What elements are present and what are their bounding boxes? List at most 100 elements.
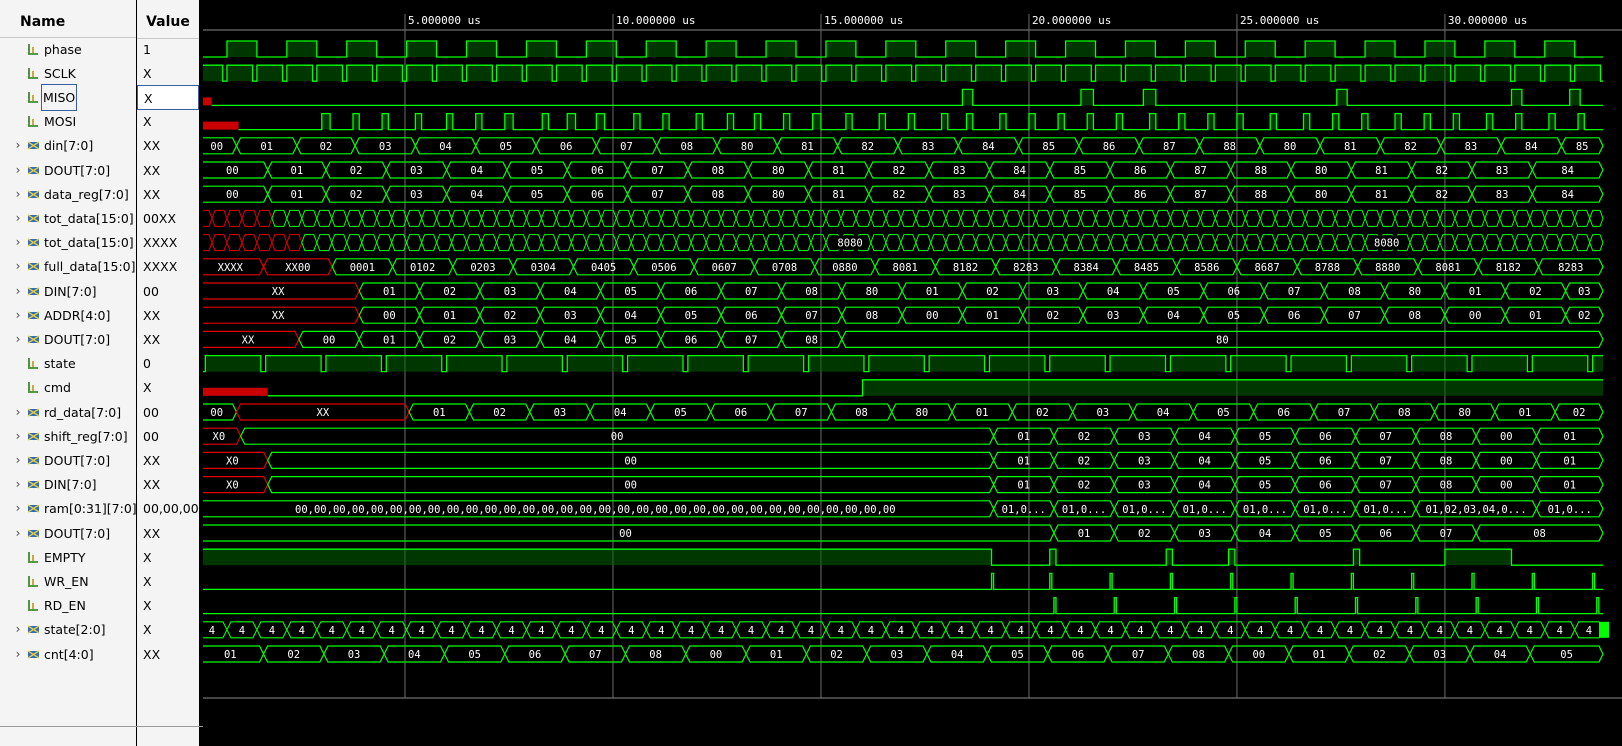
signal-value[interactable]: XX (137, 472, 199, 497)
signal-row[interactable]: › tot_data[15:0] (0, 230, 136, 255)
expand-chevron-icon[interactable]: › (13, 158, 23, 183)
signal-row[interactable]: SCLK (0, 61, 136, 86)
signal-value[interactable]: XX (137, 642, 199, 667)
bus-segment (376, 209, 393, 227)
bus-value-label: X0 (213, 431, 226, 443)
signal-value[interactable]: X (137, 61, 199, 86)
expand-chevron-icon[interactable]: › (13, 327, 23, 352)
bus-segment (930, 209, 947, 227)
expand-chevron-icon[interactable]: › (13, 133, 23, 158)
signal-row[interactable]: › state[2:0] (0, 617, 136, 642)
signal-value[interactable]: XX (137, 303, 199, 328)
bus-segment (900, 234, 917, 252)
signal-value[interactable]: X (137, 617, 199, 642)
expand-chevron-icon[interactable]: › (13, 230, 23, 255)
signal-row[interactable]: MISO (0, 84, 136, 111)
bus-segment (600, 209, 617, 227)
high-fill (376, 65, 403, 82)
bit-trace (203, 572, 1603, 591)
high-fill (1365, 65, 1391, 82)
signal-value[interactable]: 1 (137, 37, 199, 62)
signal-row[interactable]: › rd_data[7:0] (0, 400, 136, 425)
high-fill (1471, 355, 1528, 372)
expand-chevron-icon[interactable]: › (13, 424, 23, 449)
signal-row[interactable]: › cnt[4:0] (0, 642, 136, 667)
signal-value[interactable]: 00 (137, 400, 199, 425)
signal-value[interactable]: X (137, 569, 199, 594)
signal-value[interactable]: XX (137, 521, 199, 546)
bus-value-label: 08 (712, 165, 725, 177)
expand-chevron-icon[interactable]: › (13, 642, 23, 667)
signal-row[interactable]: › DOUT[7:0] (0, 327, 136, 352)
expand-chevron-icon[interactable]: › (13, 182, 23, 207)
signal-row[interactable]: › DIN[7:0] (0, 279, 136, 304)
signal-row[interactable]: cmd (0, 375, 136, 400)
value-column-header[interactable]: Value (137, 6, 199, 39)
expand-chevron-icon[interactable]: › (13, 617, 23, 642)
expand-chevron-icon[interactable]: › (13, 400, 23, 425)
signal-row[interactable]: EMPTY (0, 545, 136, 570)
expand-chevron-icon[interactable]: › (13, 206, 23, 231)
signal-value[interactable]: X (137, 545, 199, 570)
signal-value[interactable]: 00 (137, 424, 199, 449)
bus-segment (555, 234, 572, 252)
signal-value[interactable]: XX (137, 182, 199, 207)
expand-chevron-icon[interactable]: › (13, 521, 23, 546)
signal-row[interactable]: › shift_reg[7:0] (0, 424, 136, 449)
signal-row[interactable]: › tot_data[15:0] (0, 206, 136, 231)
signal-value[interactable]: XX (137, 158, 199, 183)
signal-row[interactable]: phase (0, 37, 136, 62)
signal-row[interactable]: › full_data[15:0] (0, 254, 136, 279)
bus-value-label: 80 (772, 165, 785, 177)
signal-row[interactable]: › DOUT[7:0] (0, 521, 136, 546)
bus-segment (466, 234, 483, 252)
time-marker-label: 20.000000 us (1032, 14, 1111, 27)
signal-value[interactable]: 0 (137, 351, 199, 376)
high-fill (1361, 113, 1368, 130)
name-column-header[interactable]: Name (0, 6, 136, 38)
high-fill (504, 113, 514, 130)
expand-chevron-icon[interactable]: › (13, 472, 23, 497)
bus-value-label: 8182 (953, 262, 978, 274)
signal-row[interactable]: › DOUT[7:0] (0, 448, 136, 473)
signal-value[interactable]: X (137, 85, 199, 110)
signal-value[interactable]: X (137, 593, 199, 618)
bus-segment (1349, 234, 1366, 252)
bus-segment (316, 234, 333, 252)
waveform-canvas[interactable]: 5.000000 us 10.000000 us 15.000000 us 20.00… (203, 0, 1622, 746)
high-fill (929, 355, 985, 372)
signal-row[interactable]: state (0, 351, 136, 376)
signal-value[interactable]: XXXX (137, 254, 199, 279)
signal-row[interactable]: RD_EN (0, 593, 136, 618)
signal-value[interactable]: XX (137, 448, 199, 473)
bus-segment (645, 209, 662, 227)
signal-value[interactable]: 00 (137, 279, 199, 304)
bus-value-label: 02 (1047, 310, 1060, 322)
signal-row[interactable]: › DIN[7:0] (0, 472, 136, 497)
bus-signal-icon (27, 238, 40, 247)
signal-row[interactable]: › ADDR[4:0] (0, 303, 136, 328)
high-fill (226, 41, 257, 57)
signal-value[interactable]: 00,00,00, (137, 496, 199, 521)
signal-row[interactable]: MOSI (0, 109, 136, 134)
signal-row[interactable]: › din[7:0] (0, 133, 136, 158)
bus-value-label: 07 (745, 334, 758, 346)
signal-row[interactable]: › data_reg[7:0] (0, 182, 136, 207)
signal-value[interactable]: 00XX (137, 206, 199, 231)
expand-chevron-icon[interactable]: › (13, 254, 23, 279)
signal-row[interactable]: › DOUT[7:0] (0, 158, 136, 183)
signal-value[interactable]: XX (137, 327, 199, 352)
bus-segment (1139, 209, 1156, 227)
signal-value[interactable]: XX (137, 133, 199, 158)
expand-chevron-icon[interactable]: › (13, 279, 23, 304)
signal-value[interactable]: X (137, 109, 199, 134)
signal-row[interactable]: › ram[0:31][7:0] (0, 496, 137, 521)
signal-row[interactable]: WR_EN (0, 569, 136, 594)
expand-chevron-icon[interactable]: › (13, 496, 23, 521)
signal-value[interactable]: X (137, 375, 199, 400)
expand-chevron-icon[interactable]: › (13, 303, 23, 328)
high-fill (1275, 65, 1301, 82)
signal-value[interactable]: XXXX (137, 230, 199, 255)
expand-chevron-icon[interactable]: › (13, 448, 23, 473)
bus-segment (241, 209, 258, 227)
